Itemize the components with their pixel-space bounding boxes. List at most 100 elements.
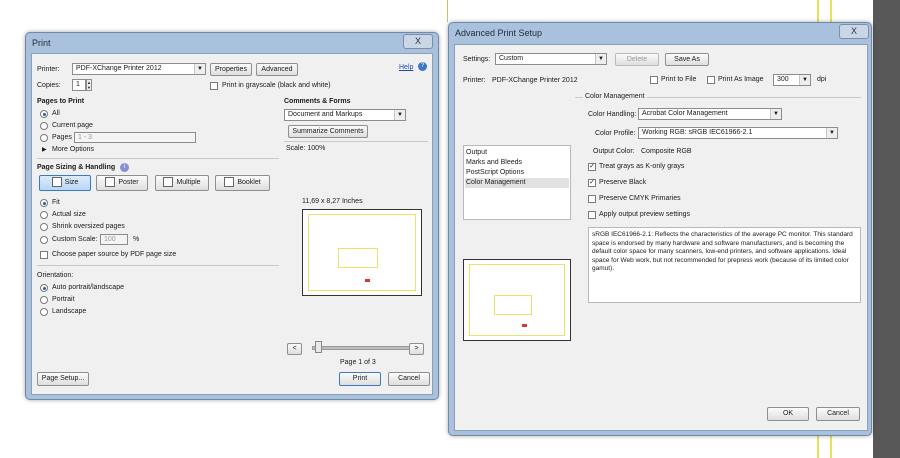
page-dimensions: 11,69 x 8,27 Inches: [302, 198, 363, 205]
help-link[interactable]: Help: [399, 64, 413, 71]
size-tab-button[interactable]: Size: [39, 175, 91, 191]
advanced-dialog-title: Advanced Print Setup: [455, 28, 543, 38]
print-to-file-checkbox[interactable]: [650, 76, 658, 84]
color-handling-label: Color Handling:: [588, 111, 637, 118]
desktop-yellow-line: [817, 434, 819, 458]
next-page-button[interactable]: >: [409, 343, 424, 355]
poster-tab-label: Poster: [118, 179, 139, 186]
copies-stepper[interactable]: ▲ ▼: [86, 79, 92, 91]
profile-description: sRGB IEC61966-2.1: Reflects the characte…: [592, 231, 853, 272]
apply-preview-label: Apply output preview settings: [599, 211, 691, 218]
help-icon[interactable]: ?: [418, 62, 427, 71]
size-tab-label: Size: [64, 179, 79, 186]
actual-size-radio[interactable]: [40, 211, 48, 219]
custom-scale-value: 100: [104, 236, 116, 243]
cancel-button[interactable]: Cancel: [816, 407, 860, 421]
paper-source-checkbox[interactable]: [40, 251, 48, 259]
cancel-button[interactable]: Cancel: [388, 372, 430, 386]
fit-label: Fit: [52, 199, 60, 206]
landscape-label: Landscape: [52, 308, 87, 315]
orientation-heading: Orientation:: [37, 272, 74, 279]
apply-preview-checkbox[interactable]: [588, 211, 596, 219]
desktop-yellow-line: [447, 0, 448, 22]
print-button[interactable]: Print: [339, 372, 381, 386]
booklet-tab-button[interactable]: Booklet: [215, 175, 270, 191]
chevron-down-icon: ▼: [770, 109, 781, 119]
preserve-black-checkbox[interactable]: ✓: [588, 179, 596, 187]
auto-orientation-label: Auto portrait/landscape: [52, 284, 124, 291]
save-as-button[interactable]: Save As: [665, 53, 709, 66]
category-item-marks-bleeds[interactable]: Marks and Bleeds: [466, 159, 522, 166]
divider: [37, 158, 279, 159]
output-color-value: Composite RGB: [641, 148, 692, 155]
copies-input[interactable]: 1: [72, 79, 86, 91]
dpi-select[interactable]: 300 ▼: [773, 74, 811, 86]
current-page-radio[interactable]: [40, 122, 48, 130]
all-pages-radio[interactable]: [40, 110, 48, 118]
print-dialog-body: Printer: PDF-XChange Printer 2012 ▼ Prop…: [31, 53, 433, 395]
info-icon[interactable]: i: [120, 163, 129, 172]
properties-button[interactable]: Properties: [210, 63, 252, 76]
more-options-label[interactable]: More Options: [52, 146, 94, 153]
preview-drawing: [338, 248, 378, 268]
pages-to-print-heading: Pages to Print: [37, 98, 85, 105]
category-item-postscript[interactable]: PostScript Options: [466, 169, 524, 176]
delete-button[interactable]: Delete: [615, 53, 659, 66]
print-as-image-label: Print As Image: [718, 76, 764, 83]
comments-select[interactable]: Document and Markups ▼: [284, 109, 406, 121]
category-item-output[interactable]: Output: [466, 149, 487, 156]
custom-scale-input[interactable]: 100: [100, 234, 128, 245]
page-setup-button[interactable]: Page Setup...: [37, 372, 89, 386]
portrait-label: Portrait: [52, 296, 75, 303]
category-list[interactable]: Output Marks and Bleeds PostScript Optio…: [463, 145, 571, 220]
preserve-cmyk-checkbox[interactable]: [588, 195, 596, 203]
poster-icon: [105, 177, 116, 188]
treat-grays-checkbox[interactable]: ✓: [588, 163, 596, 171]
divider: [37, 265, 279, 266]
print-as-image-checkbox[interactable]: [707, 76, 715, 84]
comments-select-value: Document and Markups: [288, 111, 363, 118]
multiple-tab-button[interactable]: Multiple: [155, 175, 209, 191]
section-title: Color Management: [583, 93, 647, 100]
print-dialog: Print X Printer: PDF-XChange Printer 201…: [25, 32, 439, 400]
page-preview: [302, 209, 422, 296]
landscape-radio[interactable]: [40, 308, 48, 316]
fit-radio[interactable]: [40, 199, 48, 207]
page-sizing-heading: Page Sizing & Handling: [37, 164, 116, 171]
expand-triangle-icon[interactable]: ▶: [42, 146, 47, 153]
print-dialog-title: Print: [32, 38, 51, 48]
close-button[interactable]: X: [839, 24, 869, 39]
previous-page-button[interactable]: <: [287, 343, 302, 355]
copies-label: Copies:: [37, 82, 61, 89]
settings-select[interactable]: Custom ▼: [495, 53, 607, 65]
poster-tab-button[interactable]: Poster: [96, 175, 148, 191]
booklet-tab-label: Booklet: [237, 179, 261, 186]
desktop-yellow-line: [830, 434, 832, 458]
page-slider-thumb[interactable]: [315, 341, 322, 353]
auto-orientation-radio[interactable]: [40, 284, 48, 292]
summarize-comments-button[interactable]: Summarize Comments: [288, 125, 368, 138]
portrait-radio[interactable]: [40, 296, 48, 304]
close-button[interactable]: X: [403, 34, 433, 49]
color-profile-value: Working RGB: sRGB IEC61966-2.1: [642, 129, 753, 136]
custom-scale-label: Custom Scale:: [52, 236, 98, 243]
grayscale-checkbox[interactable]: [210, 82, 218, 90]
ok-button[interactable]: OK: [767, 407, 809, 421]
printer-label: Printer:: [463, 77, 486, 84]
pages-range-input[interactable]: 1 - 3: [74, 132, 196, 143]
printer-label: Printer:: [37, 66, 60, 73]
color-profile-select[interactable]: Working RGB: sRGB IEC61966-2.1 ▼: [638, 127, 838, 139]
shrink-oversized-label: Shrink oversized pages: [52, 223, 125, 230]
shrink-oversized-radio[interactable]: [40, 223, 48, 231]
color-handling-select[interactable]: Acrobat Color Management ▼: [638, 108, 782, 120]
color-profile-label: Color Profile:: [595, 130, 636, 137]
preview-stamp: [365, 279, 370, 282]
page-preview: [463, 259, 571, 341]
chevron-down-icon: ▼: [394, 110, 405, 120]
category-item-color-management[interactable]: Color Management: [466, 179, 526, 186]
custom-scale-radio[interactable]: [40, 236, 48, 244]
advanced-button[interactable]: Advanced: [256, 63, 298, 76]
pages-range-radio[interactable]: [40, 134, 48, 142]
printer-select[interactable]: PDF-XChange Printer 2012 ▼: [72, 63, 206, 75]
page-slider-track[interactable]: [312, 346, 414, 350]
